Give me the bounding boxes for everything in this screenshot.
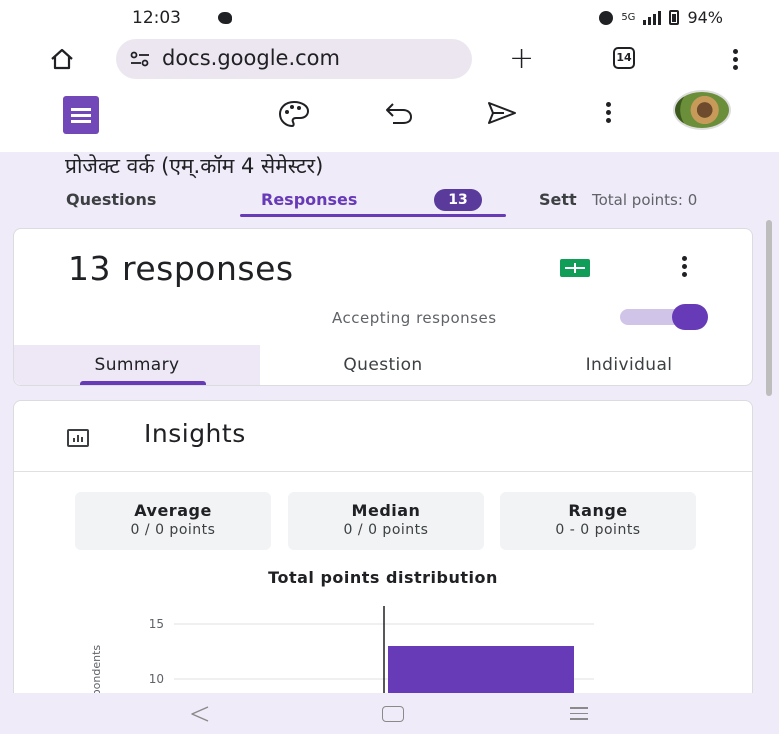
user-avatar[interactable] bbox=[673, 90, 731, 130]
forms-toolbar bbox=[0, 82, 779, 152]
browser-toolbar: docs.google.com + 14 bbox=[0, 38, 779, 82]
responses-menu-icon[interactable] bbox=[682, 256, 688, 280]
median-stat: Median 0 / 0 points bbox=[288, 492, 484, 550]
tab-responses[interactable]: Responses bbox=[261, 190, 357, 209]
tab-questions[interactable]: Questions bbox=[66, 190, 156, 209]
send-icon[interactable] bbox=[486, 100, 518, 126]
palette-icon[interactable] bbox=[278, 100, 310, 128]
url-text: docs.google.com bbox=[162, 46, 340, 70]
form-title: प्रोजेक्ट वर्क (एम्.कॉम 4 सेमेस्टर) bbox=[65, 154, 324, 178]
subtab-summary-label: Summary bbox=[94, 355, 180, 375]
subtab-individual[interactable]: Individual bbox=[506, 345, 752, 385]
toggle-knob bbox=[672, 304, 708, 330]
new-tab-icon[interactable]: + bbox=[509, 44, 534, 74]
y-tick-label: 10 bbox=[149, 672, 164, 686]
address-bar[interactable]: docs.google.com bbox=[116, 39, 472, 79]
subtab-question[interactable]: Question bbox=[260, 345, 506, 385]
insights-divider bbox=[14, 471, 752, 472]
google-forms-logo[interactable] bbox=[63, 96, 99, 134]
alarm-icon bbox=[599, 10, 614, 25]
y-axis-label: respondents bbox=[90, 645, 103, 696]
accepting-responses-toggle[interactable] bbox=[620, 304, 708, 330]
scrollbar[interactable] bbox=[766, 220, 772, 396]
responses-count-badge: 13 bbox=[434, 189, 482, 211]
link-to-sheets-icon[interactable] bbox=[560, 259, 590, 277]
chart-title: Total points distribution bbox=[268, 568, 498, 587]
subtab-summary[interactable]: Summary bbox=[14, 345, 260, 385]
range-label: Range bbox=[568, 501, 628, 520]
responses-card: 13 responses Accepting responses Summary… bbox=[13, 228, 753, 386]
median-label: Median bbox=[351, 501, 421, 520]
insights-card: Insights Average 0 / 0 points Median 0 /… bbox=[13, 400, 753, 700]
status-bar: 12:03 5G 94% bbox=[0, 0, 779, 38]
home-nav-icon[interactable] bbox=[382, 706, 404, 722]
signal-icon bbox=[643, 10, 662, 25]
system-nav-bar bbox=[0, 693, 779, 734]
more-options-icon[interactable] bbox=[606, 102, 612, 126]
average-stat: Average 0 / 0 points bbox=[75, 492, 271, 550]
browser-menu-icon[interactable] bbox=[733, 49, 739, 73]
undo-icon[interactable] bbox=[385, 100, 413, 126]
battery-level: 94% bbox=[687, 8, 723, 27]
responses-count: 13 responses bbox=[68, 249, 294, 288]
active-subtab-indicator bbox=[80, 381, 206, 385]
active-tab-indicator bbox=[240, 214, 506, 217]
back-icon[interactable] bbox=[190, 705, 210, 723]
form-tabs: Questions Responses 13 Sett Total points… bbox=[0, 186, 779, 218]
tab-switcher-button[interactable]: 14 bbox=[613, 47, 635, 69]
range-value: 0 - 0 points bbox=[555, 522, 641, 538]
total-points: Total points: 0 bbox=[592, 191, 698, 209]
recent-apps-icon[interactable] bbox=[570, 707, 588, 724]
average-label: Average bbox=[134, 501, 212, 520]
tab-settings[interactable]: Sett bbox=[539, 190, 577, 209]
responses-subtabs: Summary Question Individual bbox=[14, 345, 752, 385]
home-icon[interactable] bbox=[50, 48, 74, 70]
status-time: 12:03 bbox=[132, 8, 181, 28]
network-type: 5G bbox=[621, 11, 636, 23]
site-settings-icon[interactable] bbox=[130, 51, 150, 67]
y-tick-label: 15 bbox=[149, 617, 164, 631]
insights-title: Insights bbox=[144, 419, 246, 448]
median-value: 0 / 0 points bbox=[343, 522, 429, 538]
bar-0 bbox=[388, 646, 574, 696]
insights-chart-icon bbox=[67, 429, 89, 447]
notification-icon bbox=[218, 12, 232, 24]
battery-icon bbox=[669, 10, 680, 25]
accepting-responses-label: Accepting responses bbox=[332, 309, 497, 327]
status-indicators: 5G 94% bbox=[599, 8, 723, 27]
points-distribution-chart: 15 10 respondents bbox=[90, 606, 594, 696]
average-value: 0 / 0 points bbox=[130, 522, 216, 538]
range-stat: Range 0 - 0 points bbox=[500, 492, 696, 550]
